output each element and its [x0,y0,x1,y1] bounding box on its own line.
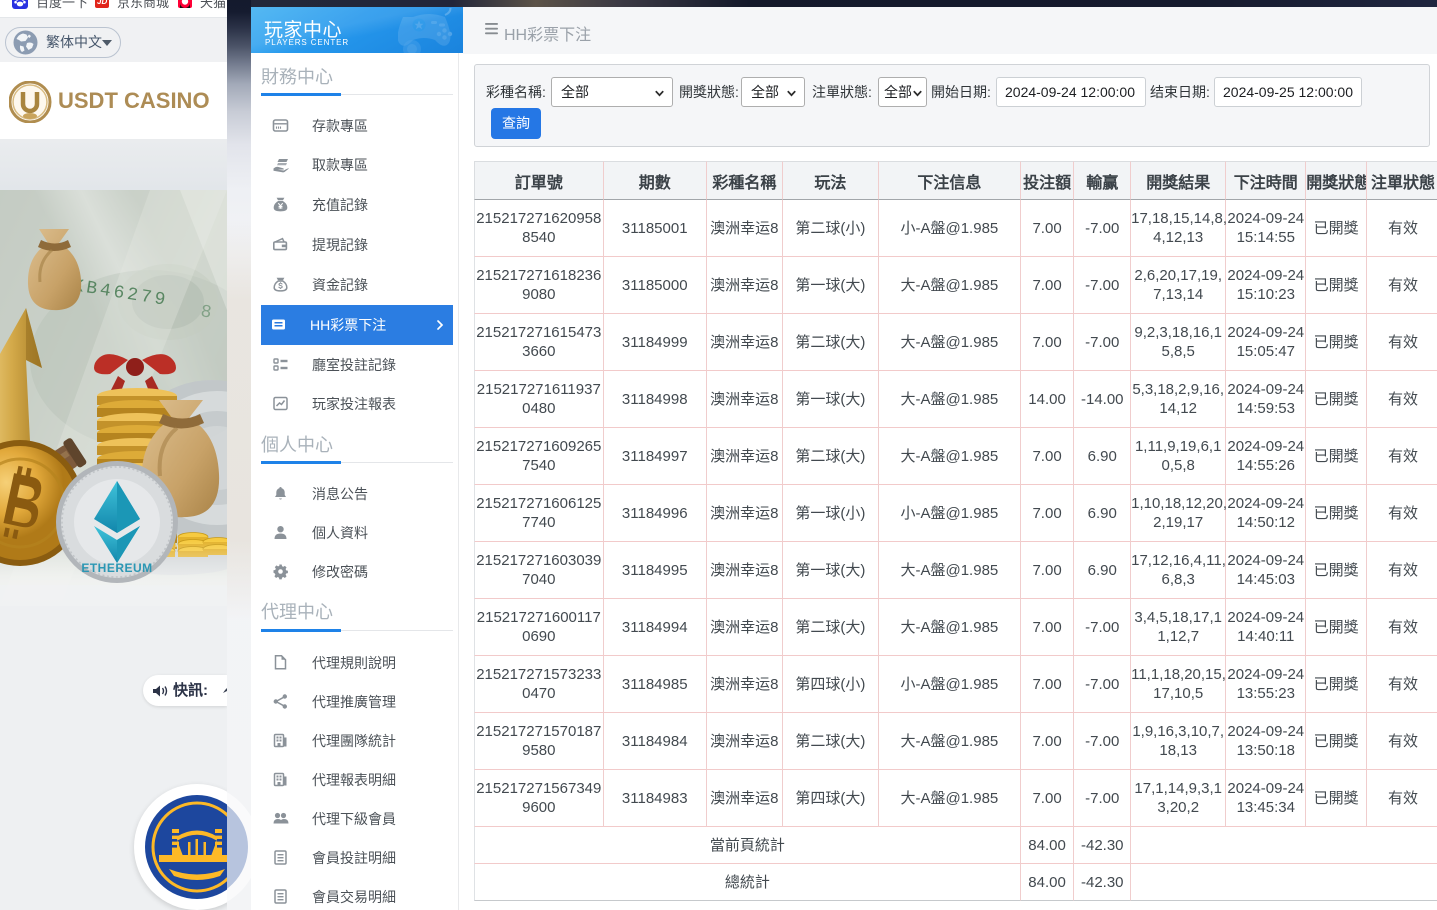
svg-text:ETHEREUM: ETHEREUM [81,561,152,575]
